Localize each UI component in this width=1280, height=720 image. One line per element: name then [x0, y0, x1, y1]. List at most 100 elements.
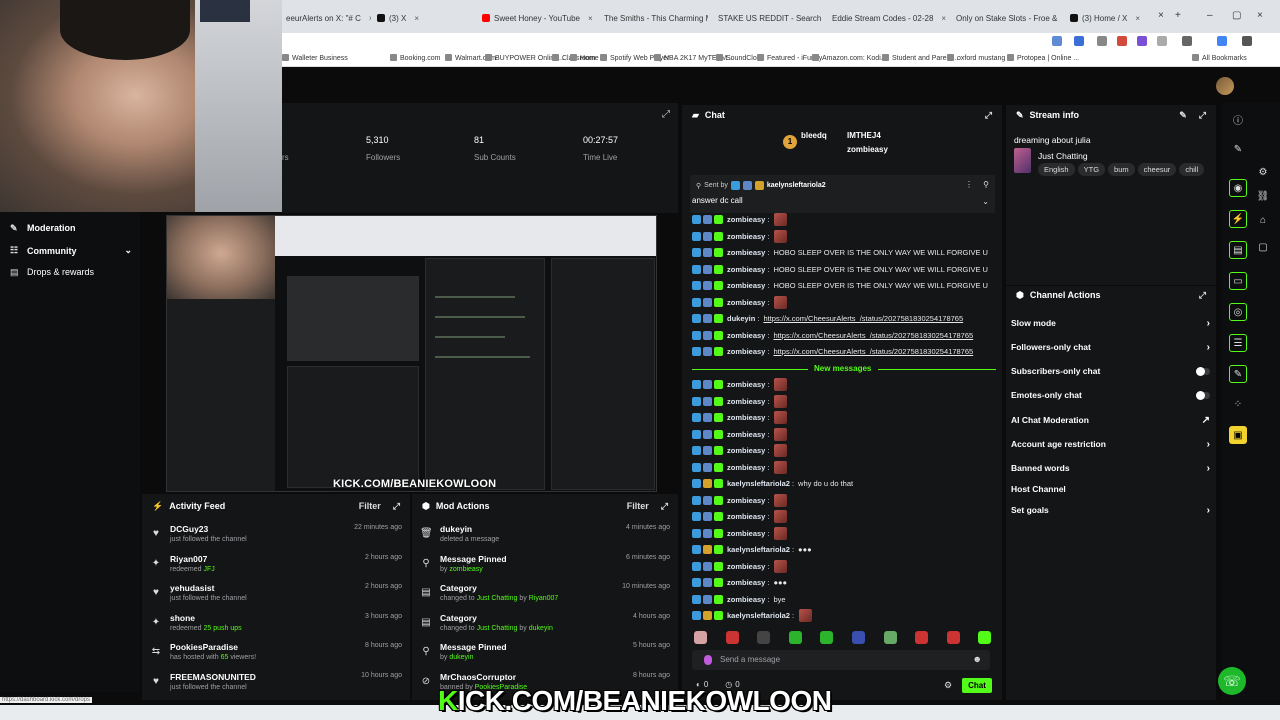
emote-icon[interactable] — [883, 631, 897, 644]
chat-message-input[interactable]: Send a message ☻ — [692, 650, 990, 670]
expand-icon[interactable]: ⤢ — [662, 109, 670, 120]
browser-tab[interactable]: The Smiths - This Charming M× — [600, 9, 708, 27]
settings-icon[interactable]: ⚙ — [944, 680, 952, 691]
chat-username[interactable]: zombieasy — [727, 397, 765, 406]
emote-icon[interactable] — [820, 631, 834, 644]
extension-icon[interactable] — [1117, 36, 1127, 46]
chat-username[interactable]: zombieasy — [727, 265, 765, 274]
chat-username[interactable]: zombieasy — [727, 512, 765, 521]
chat-icon[interactable]: ▭ — [1229, 272, 1247, 290]
close-icon[interactable]: × — [414, 14, 419, 23]
feed-row-highlight[interactable]: zombieasy — [449, 566, 482, 573]
channel-action-row[interactable]: Account age restriction › — [1011, 436, 1210, 452]
emote-icon[interactable] — [978, 631, 992, 644]
top-gifter-1[interactable]: bleedq — [801, 131, 827, 140]
tag-chip[interactable]: English — [1038, 163, 1075, 176]
filter-button[interactable]: Filter — [627, 501, 649, 512]
close-icon[interactable]: × — [941, 14, 946, 23]
emote-icon[interactable] — [852, 631, 865, 644]
browser-tab[interactable]: (3) X × — [377, 9, 476, 27]
top-gifter-3[interactable]: zombieasy — [847, 145, 888, 154]
close-icon[interactable]: × — [1135, 14, 1140, 23]
channel-action-row[interactable]: Banned words › — [1011, 460, 1210, 476]
download-icon[interactable] — [1182, 36, 1192, 46]
channel-action-row[interactable]: Subscribers-only chat — [1011, 363, 1210, 379]
pinned-message[interactable]: ⚲ Sent by kaelynsleftariola2 answer dc c… — [690, 175, 995, 213]
bolt-icon[interactable]: ⚡ — [1229, 210, 1247, 228]
chat-username[interactable]: zombieasy — [727, 463, 765, 472]
tag-chip[interactable]: chill — [1179, 163, 1205, 176]
bookmark-item[interactable]: Amazon.com: Kodi... — [812, 54, 887, 62]
feed-row-highlight[interactable]: Just Chatting — [477, 625, 518, 632]
close-icon[interactable]: × — [588, 14, 593, 23]
feed-row-name[interactable]: PookiesParadise — [170, 642, 238, 652]
filter-button[interactable]: Filter — [359, 501, 381, 512]
browser-tab[interactable]: Only on Stake Slots - Froe &× — [952, 9, 1064, 27]
expand-icon[interactable]: ⤢ — [985, 110, 992, 121]
info-icon[interactable]: ⓘ — [1229, 110, 1247, 128]
feed-row-highlight[interactable]: Just Chatting — [477, 595, 518, 602]
extension-icon[interactable] — [1157, 36, 1167, 46]
chat-username[interactable]: kaelynsleftariola2 — [727, 545, 790, 554]
sidebar-item-drops[interactable]: ▤ Drops & rewards — [10, 267, 94, 277]
more-icon[interactable]: ⋮ — [965, 180, 973, 189]
chat-username[interactable]: kaelynsleftariola2 — [727, 611, 790, 620]
channel-action-row[interactable]: Slow mode › — [1011, 315, 1210, 331]
emote-icon[interactable] — [725, 631, 739, 644]
chat-username[interactable]: zombieasy — [727, 595, 765, 604]
broadcast-icon[interactable]: ◉ — [1229, 179, 1247, 197]
chat-username[interactable]: zombieasy — [727, 281, 765, 290]
maximize-icon[interactable]: ▢ — [1232, 10, 1241, 21]
home-icon[interactable]: ⌂ — [1254, 211, 1272, 229]
chat-username[interactable]: zombieasy — [727, 347, 765, 356]
star-icon[interactable] — [1074, 36, 1084, 46]
feed-row-name[interactable]: FREEMASONUNITED — [170, 672, 256, 682]
chat-message-text[interactable]: https://x.com/CheesurAlerts_/status/2027… — [773, 331, 973, 340]
bookmark-item[interactable]: oxford mustang — [947, 54, 1005, 62]
feed-row-highlight[interactable]: 25 push ups — [203, 625, 241, 632]
expand-icon[interactable]: ⤢ — [1199, 290, 1206, 301]
channel-action-row[interactable]: AI Chat Moderation ↗ — [1011, 412, 1210, 428]
avatar[interactable] — [1216, 77, 1234, 95]
feed-row-highlight[interactable]: dukeyin — [529, 625, 553, 632]
bookmark-item[interactable]: Home — [570, 54, 599, 62]
expand-icon[interactable]: ⤢ — [1199, 110, 1206, 121]
profile-icon[interactable] — [1217, 36, 1227, 46]
help-chat-button[interactable]: ☏ — [1218, 667, 1246, 695]
feed-row-name[interactable]: Riyan007 — [170, 554, 207, 564]
link-icon[interactable]: ⛓ — [1254, 187, 1272, 205]
search-icon[interactable] — [1052, 36, 1062, 46]
settings-icon[interactable]: ⚙ — [1254, 163, 1272, 181]
feed-row-name[interactable]: DCGuy23 — [170, 524, 208, 534]
feed-row-name[interactable]: yehudasist — [170, 583, 214, 593]
chat-username[interactable]: zombieasy — [727, 248, 765, 257]
feed-row-highlight[interactable]: dukeyin — [449, 654, 473, 661]
feed-row-highlight[interactable]: Riyan007 — [529, 595, 559, 602]
emote-icon[interactable] — [757, 631, 771, 644]
tag-chip[interactable]: cheesur — [1137, 163, 1177, 176]
bookmark-item[interactable]: Walleter Business — [282, 54, 348, 62]
expand-icon[interactable]: ⤢ — [661, 501, 668, 512]
channel-action-row[interactable]: Host Channel — [1011, 481, 1210, 497]
channel-action-row[interactable]: Emotes-only chat — [1011, 387, 1210, 403]
feed-row-highlight[interactable]: JFJ — [203, 566, 214, 573]
sidebar-item-moderation[interactable]: ✎ Moderation — [10, 223, 76, 233]
unpin-icon[interactable]: ⚲ — [983, 180, 989, 189]
chat-username[interactable]: dukeyin — [727, 314, 755, 323]
tag-chip[interactable]: bum — [1108, 163, 1135, 176]
browser-tab[interactable]: (3) Home / X × — [1070, 9, 1154, 27]
bookmark-item[interactable]: Booking.com — [390, 54, 440, 62]
close-icon[interactable]: × — [1158, 10, 1164, 21]
chat-username[interactable]: zombieasy — [727, 298, 765, 307]
browser-tab[interactable]: eeurAlerts on X: "# C × — [282, 9, 371, 27]
feed-row-name[interactable]: dukeyin — [440, 524, 472, 534]
channel-action-row[interactable]: Set goals › — [1011, 502, 1210, 518]
bookmark-item[interactable]: Protopea | Online ... — [1007, 54, 1079, 62]
chat-username[interactable]: kaelynsleftariola2 — [727, 479, 790, 488]
stream-preview[interactable] — [166, 215, 657, 492]
feed-row-name[interactable]: Message Pinned — [440, 554, 507, 564]
chevron-down-icon[interactable]: ⌄ — [982, 197, 989, 206]
browser-tab[interactable]: STAKE US REDDIT - Search× — [714, 9, 822, 27]
toggle-switch[interactable] — [1196, 366, 1210, 376]
chat-message-text[interactable]: https://x.com/CheesurAlerts_/status/2027… — [763, 314, 963, 323]
